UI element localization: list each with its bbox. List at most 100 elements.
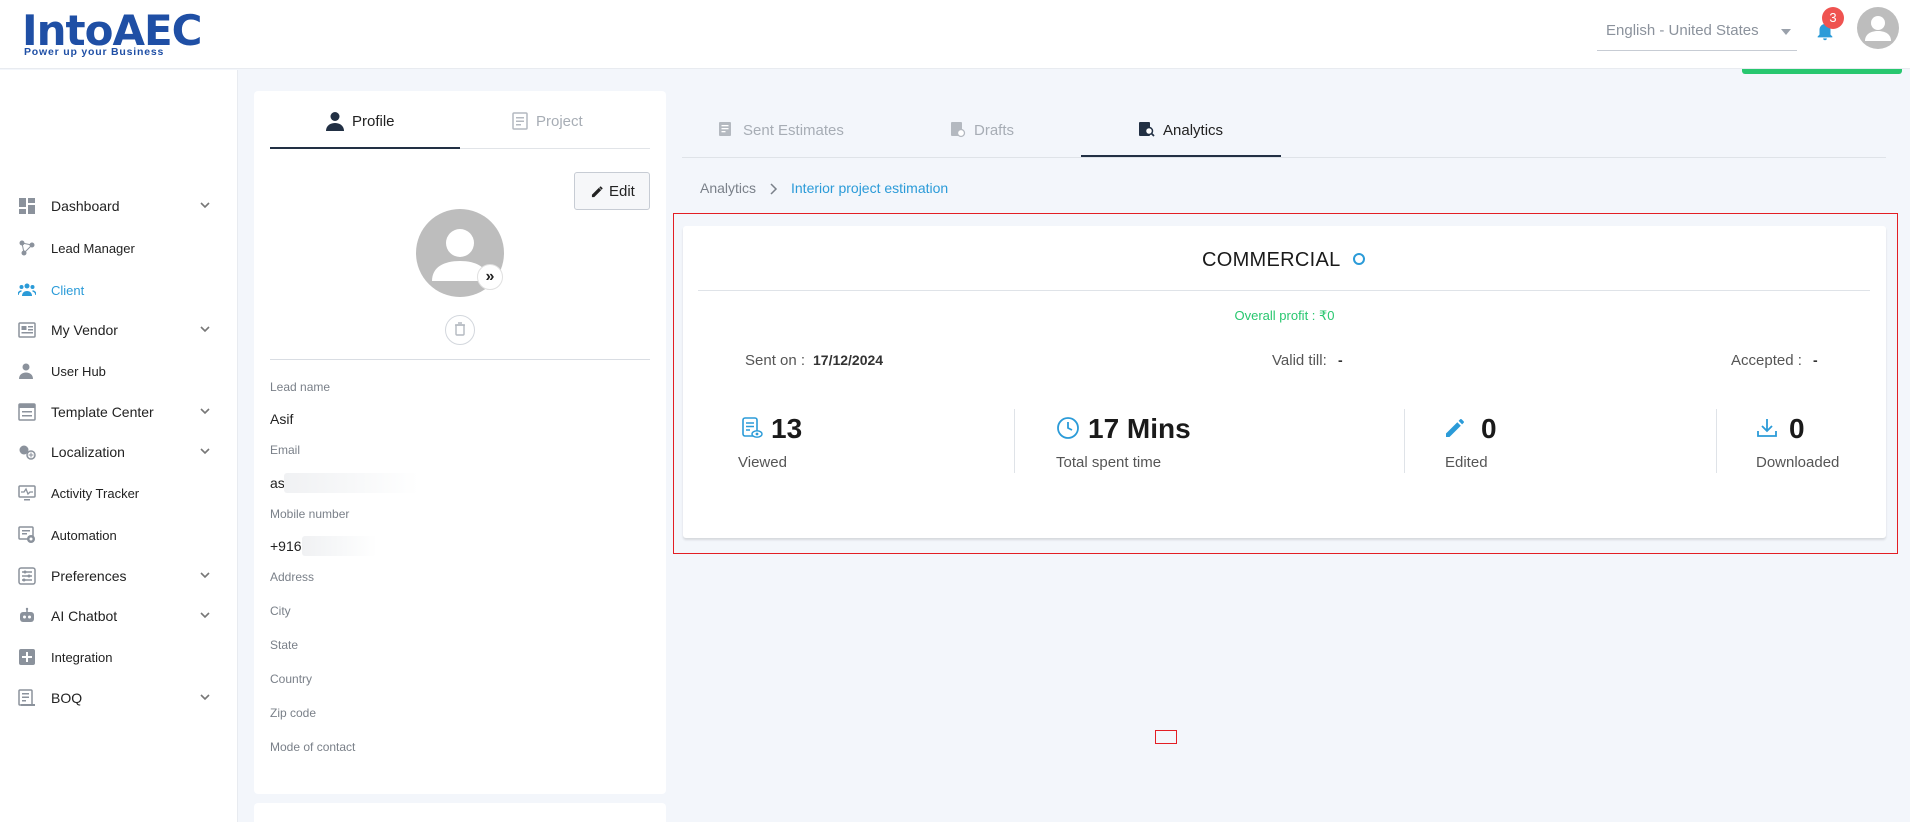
sidebar-item-label: Automation [51,528,117,543]
tab-label: Drafts [974,122,1015,139]
chevron-down-icon [200,612,210,619]
dropdown-caret-icon [1781,29,1791,35]
highlight-marker [1155,730,1177,744]
email-label: Email [270,443,301,457]
trash-icon [455,322,465,336]
highlight-box [673,213,1898,554]
drafts-icon [951,122,966,138]
sidebar-item-template-center[interactable]: Template Center [0,395,238,429]
breadcrumb-root[interactable]: Analytics [700,180,756,196]
project-doc-icon [512,112,528,130]
brand-tagline: Power up your Business [24,46,165,58]
brand-logo[interactable]: IntoAEC Power up your Business [22,6,202,58]
redacted-email [284,473,419,493]
sidebar-item-label: Client [51,283,85,298]
active-tab-indicator [1081,155,1281,157]
delete-photo-button[interactable] [445,315,475,345]
sidebar-item-dashboard[interactable]: Dashboard [0,189,238,223]
sidebar-item-integration[interactable]: Integration [0,640,238,674]
sidebar-item-boq[interactable]: BOQ [0,681,238,715]
sidebar-item-label: Lead Manager [51,241,135,256]
activity-icon [18,485,36,501]
state-label: State [270,638,299,652]
tab-label: Profile [352,113,395,130]
user-hub-icon [19,363,33,379]
estimate-doc-icon [719,122,731,136]
sidebar-item-label: Dashboard [51,198,120,214]
boq-icon [18,689,35,706]
sidebar-item-label: Localization [51,444,125,460]
address-label: Address [270,570,315,584]
breadcrumb: Analytics Interior project estimation [700,180,948,196]
chevron-down-icon [200,694,210,701]
sidebar-item-lead-manager[interactable]: Lead Manager [0,231,238,265]
city-label: City [270,604,291,618]
sidebar-item-label: Activity Tracker [51,486,140,501]
chatbot-icon [20,607,34,622]
chevron-down-icon [200,408,210,415]
sidebar-item-label: User Hub [51,364,106,379]
language-value: English - United States [1606,22,1759,39]
automation-icon [18,526,35,543]
lead-name-value: Asif [270,411,294,427]
sidebar-item-my-vendor[interactable]: My Vendor [0,313,238,347]
chevron-down-icon [200,326,210,333]
sidebar-item-label: Template Center [51,404,154,420]
sidebar-item-label: AI Chatbot [51,608,118,624]
pencil-icon [591,186,603,198]
divider [270,359,650,360]
sidebar-item-label: My Vendor [51,322,118,338]
double-chevron-right-icon[interactable]: » [477,264,503,290]
redacted-mobile [302,536,377,556]
zip-label: Zip code [270,706,317,720]
client-icon [18,283,36,296]
sidebar-item-label: Integration [51,650,113,665]
email-value: as [270,475,285,491]
language-select[interactable]: English - United States [1597,18,1797,51]
breadcrumb-current: Interior project estimation [791,180,949,196]
sidebar-item-automation[interactable]: Automation [0,518,238,552]
template-icon [18,403,36,421]
notification-badge: 3 [1822,7,1844,29]
tab-label: Sent Estimates [743,122,844,139]
person-icon [326,112,344,131]
contact-mode-label: Mode of contact [270,740,356,754]
sidebar-item-user-hub[interactable]: User Hub [0,354,238,388]
client-profile-panel: Profile Project Edit » Lead name Asif Em… [254,91,666,794]
tab-project[interactable]: Project [460,109,650,149]
sidebar-item-label: BOQ [51,690,83,706]
mobile-value: +916 [270,538,302,554]
lead-manager-icon [19,240,35,256]
preferences-icon [18,567,36,585]
vendor-icon [18,322,36,338]
tab-profile[interactable]: Profile [270,109,460,149]
tab-label: Project [536,113,583,130]
edit-label: Edit [609,183,635,200]
avatar-person-icon [1865,16,1891,41]
sidebar-item-activity-tracker[interactable]: Activity Tracker [0,476,238,510]
chevron-right-icon [770,183,778,195]
integration-icon [19,649,35,665]
sidebar-item-ai-chatbot[interactable]: AI Chatbot [0,599,238,633]
sidebar-item-label: Preferences [51,568,127,584]
sidebar: Dashboard Lead Manager Client My Vendor … [0,70,238,822]
dashboard-icon [19,198,35,214]
top-header: IntoAEC Power up your Business English -… [0,0,1910,74]
sidebar-item-preferences[interactable]: Preferences [0,559,238,593]
lead-name-label: Lead name [270,380,331,394]
chevron-down-icon [200,448,210,455]
chevron-down-icon [200,572,210,579]
tabs-underline [682,157,1886,158]
localization-icon [19,445,36,460]
analytics-search-icon [1139,122,1155,137]
chevron-down-icon [200,202,210,209]
user-avatar[interactable] [1857,7,1899,49]
secondary-panel [254,803,666,822]
mobile-label: Mobile number [270,507,350,521]
edit-button[interactable]: Edit [574,172,650,210]
country-label: Country [270,672,313,686]
sidebar-item-localization[interactable]: Localization [0,435,238,469]
sidebar-item-client[interactable]: Client [0,273,238,307]
tab-label: Analytics [1163,122,1224,139]
green-action-bar[interactable] [1742,69,1902,74]
